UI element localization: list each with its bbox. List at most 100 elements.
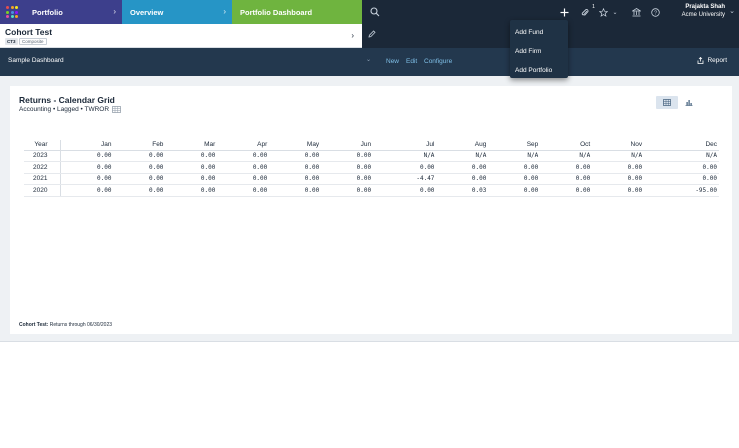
star-icon[interactable] xyxy=(597,0,609,24)
entity-code-badge: CT3 xyxy=(5,38,18,45)
return-cell: 0.00 xyxy=(165,184,218,197)
return-cell: 0.00 xyxy=(592,161,645,174)
column-header: May xyxy=(269,140,322,151)
return-cell: 0.00 xyxy=(60,150,114,162)
return-cell: N/A xyxy=(436,150,489,162)
add-firm-menu-item[interactable]: Add Firm xyxy=(510,42,568,61)
add-fund-menu-item[interactable]: Add Fund xyxy=(510,23,568,42)
return-cell: 0.00 xyxy=(165,161,218,174)
return-cell: 0.00 xyxy=(269,161,322,174)
report-label: Report xyxy=(707,57,727,64)
return-cell: 0.00 xyxy=(113,161,166,174)
return-cell: 0.00 xyxy=(373,161,437,174)
column-header: Jul xyxy=(373,140,437,151)
chevron-down-icon[interactable]: ⌄ xyxy=(366,56,371,63)
return-cell: 0.00 xyxy=(113,173,166,185)
table-body: 2023 0.00 0.00 0.00 0.00 0.00 0.00 N/A N/A N/A N/A… xyxy=(24,150,719,197)
returns-calendar-widget: Returns - Calendar Grid Accounting • Lag… xyxy=(10,86,732,334)
return-cell: 0.00 xyxy=(373,184,437,197)
configure-dashboard-link[interactable]: Configure xyxy=(424,58,452,65)
return-cell: 0.00 xyxy=(644,161,719,174)
column-header: Apr xyxy=(217,140,270,151)
share-icon xyxy=(698,57,704,64)
return-cell: 0.00 xyxy=(269,184,322,197)
table-row: 2020 0.00 0.00 0.00 0.00 0.00 0.00 0.00 0.03 0.00… xyxy=(24,184,719,197)
chevron-right-icon: › xyxy=(113,7,116,16)
widget-subtitle-text: Accounting • Lagged • TWROR xyxy=(19,106,110,113)
user-name: Prajakta Shah xyxy=(685,4,725,10)
year-cell: 2020 xyxy=(24,184,61,197)
user-menu[interactable]: Prajakta Shah Acme University xyxy=(682,3,725,19)
dashboard-name[interactable]: Sample Dashboard xyxy=(8,57,64,64)
return-cell: 0.00 xyxy=(165,173,218,185)
return-cell: 0.03 xyxy=(436,184,489,197)
return-cell: 0.00 xyxy=(321,150,374,162)
table-header-row: Year Jan Feb Mar Apr May Jun Jul Aug Sep… xyxy=(24,140,719,151)
return-cell: 0.00 xyxy=(644,173,719,185)
column-header: Mar xyxy=(165,140,218,151)
chevron-right-icon: › xyxy=(223,7,226,16)
return-cell: 0.00 xyxy=(488,173,541,185)
year-cell: 2023 xyxy=(24,150,61,162)
entity-selector[interactable]: Cohort Test CT3 Composite › xyxy=(0,24,362,48)
pencil-icon[interactable] xyxy=(368,30,376,40)
return-cell: 0.00 xyxy=(540,184,593,197)
return-cell: 0.00 xyxy=(165,150,218,162)
return-cell: 0.00 xyxy=(269,173,322,185)
return-cell: 0.00 xyxy=(217,150,270,162)
view-toggle xyxy=(656,96,700,109)
year-cell: 2022 xyxy=(24,161,61,174)
return-cell: 0.00 xyxy=(60,173,114,185)
return-cell: 0.00 xyxy=(269,150,322,162)
breadcrumb-label: Portfolio Dashboard xyxy=(240,7,313,17)
return-cell: 0.00 xyxy=(113,150,166,162)
report-button[interactable]: Report xyxy=(697,57,727,64)
breadcrumb-label: Overview xyxy=(130,7,164,17)
return-cell: 0.00 xyxy=(488,161,541,174)
return-cell: 0.00 xyxy=(60,161,114,174)
column-header: Sep xyxy=(488,140,541,151)
return-cell: 0.00 xyxy=(113,184,166,197)
return-cell: N/A xyxy=(644,150,719,162)
paperclip-icon[interactable] xyxy=(579,0,591,24)
footnote-entity: Cohort Test: xyxy=(19,322,49,328)
new-dashboard-link[interactable]: New xyxy=(386,58,399,65)
dashboard-bar: Sample Dashboard ⌄ New Edit Configure Re… xyxy=(0,48,739,76)
bank-icon[interactable] xyxy=(630,0,642,24)
return-cell: 0.00 xyxy=(321,173,374,185)
return-cell: 0.00 xyxy=(540,161,593,174)
table-row: 2021 0.00 0.00 0.00 0.00 0.00 0.00 -4.47 0.00 0.0… xyxy=(24,173,719,185)
notification-badge: 1 xyxy=(590,3,597,10)
user-org: Acme University xyxy=(681,12,725,18)
return-cell: 0.00 xyxy=(592,173,645,185)
help-icon[interactable]: ? xyxy=(649,0,661,24)
column-header: Dec xyxy=(644,140,719,151)
add-portfolio-menu-item[interactable]: Add Portfolio xyxy=(510,61,568,80)
breadcrumb-portfolio[interactable]: Portfolio › xyxy=(24,0,122,24)
return-cell: -4.47 xyxy=(373,173,437,185)
search-icon[interactable] xyxy=(368,0,382,24)
svg-text:?: ? xyxy=(653,10,656,16)
return-cell: 0.00 xyxy=(321,184,374,197)
returns-table: Year Jan Feb Mar Apr May Jun Jul Aug Sep… xyxy=(24,140,719,197)
return-cell: 0.00 xyxy=(60,184,114,197)
return-cell: 0.00 xyxy=(436,161,489,174)
app-grid-icon[interactable] xyxy=(0,0,24,24)
footnote-text: Returns through 06/30/2023 xyxy=(49,322,113,328)
calendar-grid-icon[interactable] xyxy=(112,106,121,113)
return-cell: 0.00 xyxy=(217,184,270,197)
chevron-down-icon[interactable]: ⌄ xyxy=(729,7,735,15)
entity-type-badge: Composite xyxy=(19,38,47,45)
return-cell: 0.00 xyxy=(592,184,645,197)
chevron-down-icon[interactable]: ⌄ xyxy=(610,0,620,24)
breadcrumb-overview[interactable]: Overview › xyxy=(122,0,232,24)
chevron-right-icon: › xyxy=(351,31,354,40)
return-cell: N/A xyxy=(592,150,645,162)
return-cell: -95.00 xyxy=(644,184,719,197)
bar-chart-icon[interactable] xyxy=(678,96,700,109)
year-cell: 2021 xyxy=(24,173,61,185)
table-icon[interactable] xyxy=(656,96,678,109)
column-header: Jun xyxy=(321,140,374,151)
edit-dashboard-link[interactable]: Edit xyxy=(406,58,417,65)
breadcrumb-portfolio-dashboard[interactable]: Portfolio Dashboard xyxy=(232,0,362,24)
